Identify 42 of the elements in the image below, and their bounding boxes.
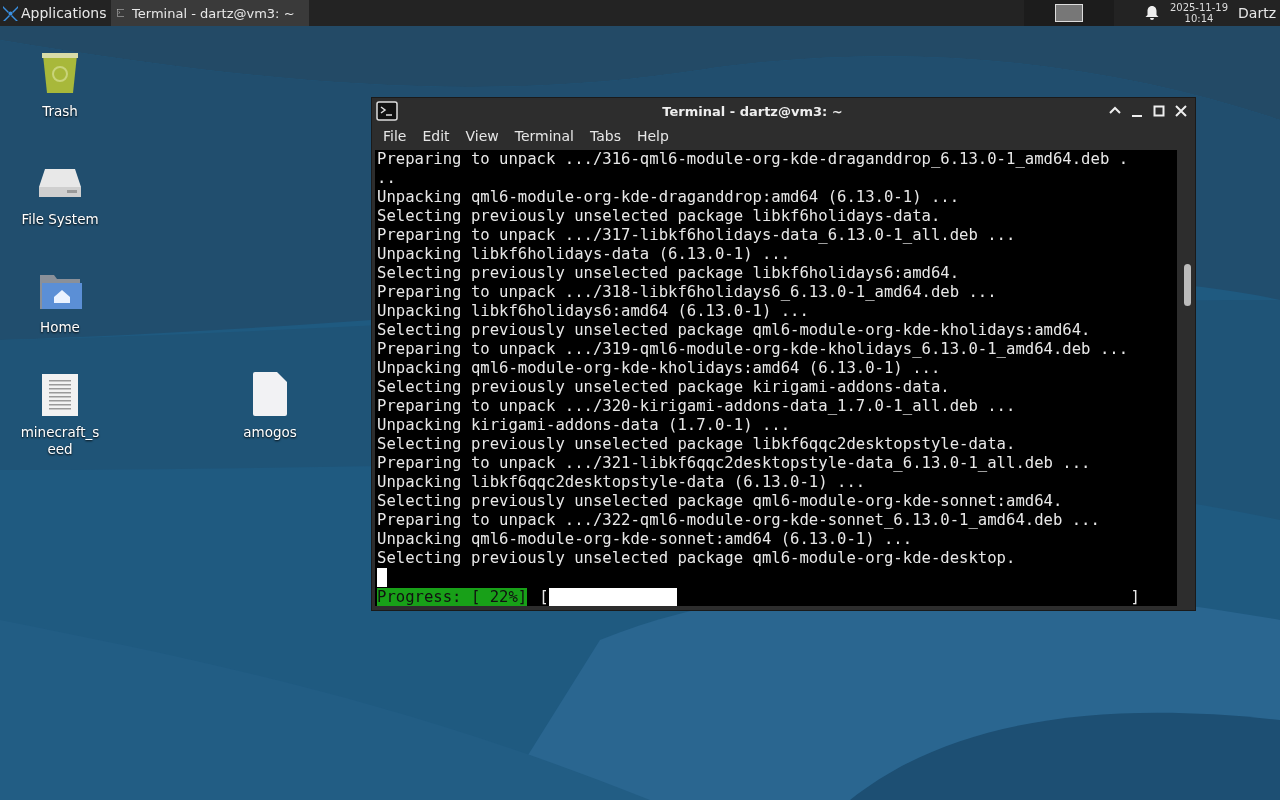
menu-item[interactable]: Edit <box>415 126 457 146</box>
progress-label: Progress: [ 22%] <box>377 588 528 606</box>
desktop-icon-label[interactable]: Home <box>18 319 102 336</box>
taskbar-button[interactable]: Terminal - dartz@vm3: ~ <box>110 0 309 26</box>
terminal-line: Selecting previously unselected package libkf6holidays-data. <box>377 207 942 226</box>
applications-menu[interactable]: Applications <box>0 0 111 26</box>
desktop-icon-label[interactable]: File System <box>18 211 102 228</box>
terminal-line: Selecting previously unselected package libkf6qqc2desktopstyle-data. <box>377 435 1017 454</box>
terminal-line: Unpacking libkf6holidays6:amd64 (6.13.0-1) ... <box>377 302 810 321</box>
clock-date: 2025-11-19 <box>1169 2 1229 13</box>
menu-item[interactable]: Tabs <box>582 126 628 146</box>
terminal-line: Selecting previously unselected package qml6-module-org-kde-sonnet:amd64. <box>377 492 1064 511</box>
menu-item[interactable]: File <box>376 126 414 146</box>
progress-bracket: [ <box>539 588 549 606</box>
terminal-line: .. <box>377 169 397 188</box>
terminal-line: Unpacking libkf6holidays-data (6.13.0-1) ... <box>377 245 792 264</box>
terminal-line: Unpacking kirigami-addons-data (1.7.0-1) ... <box>377 416 792 435</box>
terminal-line: Preparing to unpack .../318-libkf6holidays6_6.13.0-1_amd64.deb ... <box>377 283 998 302</box>
menu-item[interactable]: Help <box>629 126 676 146</box>
terminal-line: Unpacking libkf6qqc2desktopstyle-data (6.13.0-1) ... <box>377 473 867 492</box>
terminal-line: Preparing to unpack .../321-libkf6qqc2desktopstyle-data_6.13.0-1_all.deb ... <box>377 454 1092 473</box>
desktop-icon-label[interactable]: minecraft_seed <box>18 424 102 458</box>
progress-bracket: ] <box>1130 588 1140 606</box>
terminal-line: Preparing to unpack .../320-kirigami-addons-data_1.7.0-1_all.deb ... <box>377 397 1017 416</box>
terminal-line: Preparing to unpack .../319-qml6-module-org-kde-kholidays_6.13.0-1_amd64.deb ... <box>377 340 1130 359</box>
terminal-line: Unpacking qml6-module-org-kde-sonnet:amd64 (6.13.0-1) ... <box>377 530 914 549</box>
terminal-line: Selecting previously unselected package qml6-module-org-kde-kholidays:amd64. <box>377 321 1092 340</box>
terminal-line: Selecting previously unselected package kirigami-addons-data. <box>377 378 951 397</box>
desktop-icon-label[interactable]: amogos <box>228 424 312 441</box>
terminal-line: Preparing to unpack .../316-qml6-module-org-kde-draganddrop_6.13.0-1_amd64.deb . <box>377 150 1130 169</box>
menu-item[interactable]: View <box>458 126 506 146</box>
desktop-icon-label[interactable]: Trash <box>18 103 102 120</box>
clock-time: 10:14 <box>1184 13 1214 24</box>
terminal-line: Unpacking qml6-module-org-kde-kholidays:amd64 (6.13.0-1) ... <box>377 359 942 378</box>
window-title: Terminal - dartz@vm3: ~ <box>661 103 844 119</box>
user-name[interactable]: Dartz <box>1238 5 1280 21</box>
terminal-line: Selecting previously unselected package libkf6holidays6:amd64. <box>377 264 961 283</box>
terminal-line: Unpacking qml6-module-org-kde-draganddrop:amd64 (6.13.0-1) ... <box>377 188 961 207</box>
terminal-line: Selecting previously unselected package qml6-module-org-kde-desktop. <box>377 549 1017 568</box>
terminal-line: Preparing to unpack .../317-libkf6holidays-data_6.13.0-1_all.deb ... <box>377 226 1017 245</box>
menu-item[interactable]: Terminal <box>507 126 581 146</box>
terminal-line: Preparing to unpack .../322-qml6-module-org-kde-sonnet_6.13.0-1_amd64.deb ... <box>377 511 1101 530</box>
